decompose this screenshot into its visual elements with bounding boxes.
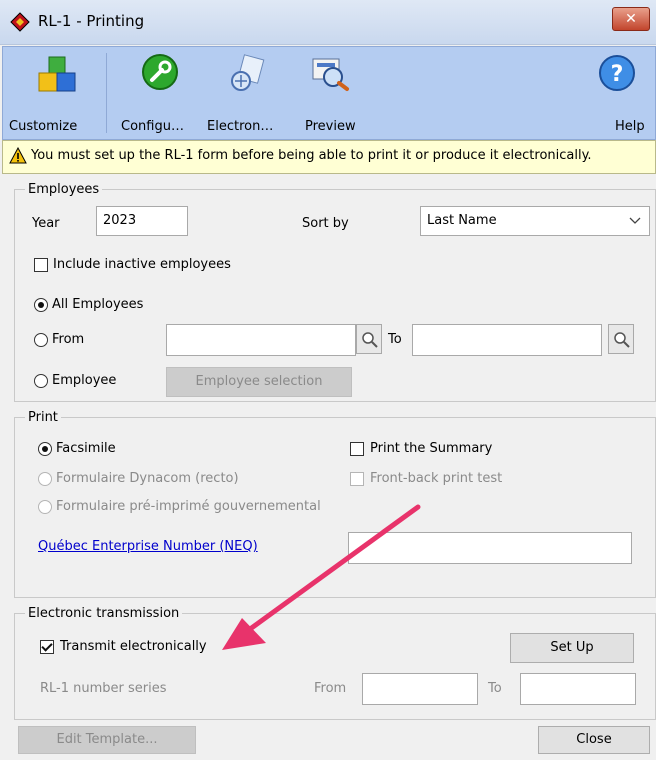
from-employee-input[interactable] [166, 324, 356, 356]
preprinted-label: Formulaire pré-imprimé gouvernemental [56, 499, 321, 514]
search-icon [614, 332, 630, 348]
employee-selection-button[interactable]: Employee selection [166, 367, 352, 397]
employee-radio[interactable] [34, 374, 48, 388]
preview-magnifier-icon [312, 58, 349, 91]
configure-tool[interactable]: Configu… [113, 47, 205, 139]
employee-label: Employee [52, 373, 117, 388]
setup-button[interactable]: Set Up [510, 633, 634, 663]
all-employees-label: All Employees [52, 297, 144, 312]
sortby-select[interactable]: Last Name [420, 206, 650, 236]
app-diamond-icon [10, 12, 30, 32]
transmit-electronically-checkbox[interactable] [40, 640, 54, 654]
all-employees-radio[interactable] [34, 298, 48, 312]
configure-label: Configu… [121, 119, 184, 134]
preview-label: Preview [305, 119, 356, 134]
svg-text:?: ? [611, 62, 624, 87]
to-employee-input[interactable] [412, 324, 602, 356]
employees-legend: Employees [28, 182, 100, 197]
customize-label: Customize [9, 119, 78, 134]
series-from-input[interactable] [362, 673, 478, 705]
from-search-button[interactable] [356, 324, 382, 354]
help-label: Help [615, 119, 645, 134]
from-label: From [52, 332, 85, 347]
print-summary-checkbox[interactable] [350, 442, 364, 456]
series-to-label: To [488, 681, 502, 696]
print-summary-label: Print the Summary [370, 441, 493, 456]
warning-banner: You must set up the RL-1 form before bei… [2, 140, 656, 174]
electronic-label: Electron… [207, 119, 274, 134]
series-from-label: From [314, 681, 347, 696]
year-label: Year [32, 216, 60, 231]
from-radio[interactable] [34, 333, 48, 347]
customize-tool[interactable]: Customize [3, 47, 105, 139]
sortby-label: Sort by [302, 216, 349, 231]
sortby-value: Last Name [427, 213, 497, 228]
include-inactive-label: Include inactive employees [53, 257, 231, 272]
series-to-input[interactable] [520, 673, 636, 705]
electronic-transmission-icon [231, 54, 265, 91]
title-bar: RL-1 - Printing ✕ [0, 0, 656, 45]
print-legend: Print [28, 410, 58, 425]
search-icon [362, 332, 378, 348]
electronic-tool[interactable]: Electron… [205, 47, 291, 139]
to-search-button[interactable] [608, 324, 634, 354]
year-input[interactable]: 2023 [96, 206, 188, 236]
cubes-icon [38, 56, 76, 92]
front-back-checkbox[interactable] [350, 472, 364, 486]
warning-icon [9, 147, 27, 164]
close-button[interactable]: Close [538, 726, 650, 754]
transmit-electronically-label: Transmit electronically [60, 639, 207, 654]
dynacom-radio[interactable] [38, 472, 52, 486]
neq-input[interactable] [348, 532, 632, 564]
close-window-button[interactable]: ✕ [612, 7, 650, 31]
toolbar-separator [106, 53, 107, 133]
front-back-label: Front-back print test [370, 471, 503, 486]
preprinted-radio[interactable] [38, 500, 52, 514]
number-series-label: RL-1 number series [40, 681, 167, 696]
window-title: RL-1 - Printing [38, 12, 145, 30]
warning-text: You must set up the RL-1 form before bei… [31, 148, 592, 163]
edit-template-button[interactable]: Edit Template... [18, 726, 196, 754]
electronic-legend: Electronic transmission [28, 606, 180, 621]
help-tool[interactable]: ? Help [587, 47, 653, 139]
help-icon: ? [599, 55, 635, 91]
neq-link[interactable]: Québec Enterprise Number (NEQ) [38, 539, 258, 554]
preview-tool[interactable]: Preview [291, 47, 381, 139]
to-label: To [388, 332, 402, 347]
dynacom-label: Formulaire Dynacom (recto) [56, 471, 239, 486]
wrench-icon [142, 54, 178, 90]
toolbar: Customize Configu… Electron… Preview ? H… [2, 46, 656, 140]
facsimile-label: Facsimile [56, 441, 116, 456]
facsimile-radio[interactable] [38, 442, 52, 456]
include-inactive-checkbox[interactable] [34, 258, 48, 272]
chevron-down-icon [629, 217, 641, 224]
